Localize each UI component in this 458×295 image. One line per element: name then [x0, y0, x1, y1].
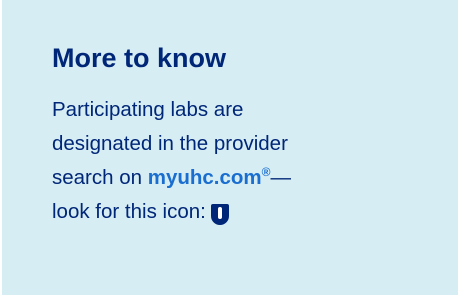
more-to-know-callout: More to know Participating labs are desi… [2, 0, 458, 295]
body-line-3: search on myuhc.com®— [52, 161, 372, 195]
body-line-4: look for this icon: [52, 195, 372, 229]
registered-mark: ® [261, 165, 271, 179]
callout-title: More to know [52, 43, 226, 73]
em-dash: — [270, 166, 292, 189]
myuhc-link-text[interactable]: myuhc.com [148, 166, 262, 189]
myuhc-link[interactable]: myuhc.com® [148, 166, 271, 189]
body-line-3-prefix: search on [52, 166, 148, 189]
body-line-4-text: look for this icon: [52, 200, 206, 223]
lab-test-tube-icon [209, 202, 231, 226]
callout-body: Participating labs are designated in the… [52, 93, 372, 229]
body-line-1: Participating labs are [52, 98, 244, 121]
body-line-2: designated in the provider [52, 132, 288, 155]
